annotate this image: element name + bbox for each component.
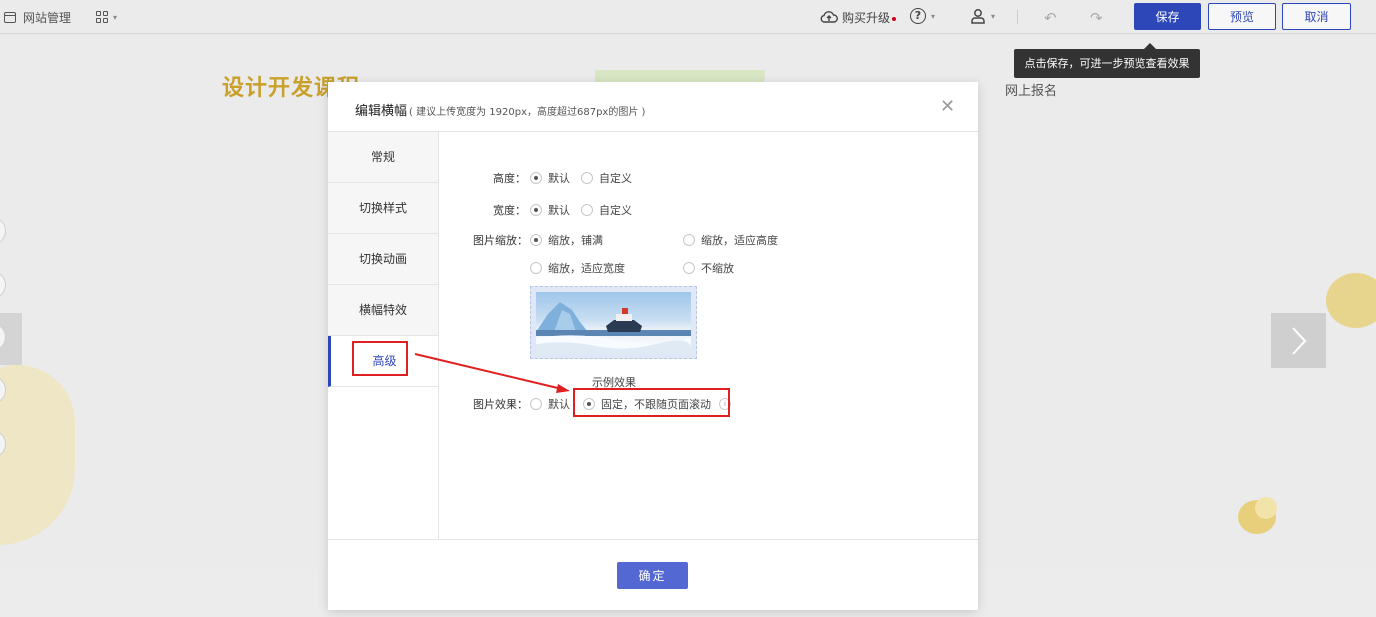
upgrade-label: 购买升级 <box>842 9 897 26</box>
notification-dot <box>892 16 897 21</box>
tab-banner-effect[interactable]: 横幅特效 <box>328 285 438 336</box>
chevron-right-icon <box>1291 326 1306 355</box>
save-button[interactable]: 保存 <box>1134 3 1201 30</box>
help-menu[interactable]: ? ▾ <box>910 8 935 24</box>
height-custom-radio[interactable]: 自定义 <box>581 170 632 186</box>
dialog-footer: 确定 <box>328 539 978 610</box>
preview-image <box>536 292 691 354</box>
decoration-shape <box>0 365 75 545</box>
dialog-nav: 常规 切换样式 切换动画 横幅特效 高级 <box>328 132 439 539</box>
apps-menu[interactable]: ▾ <box>96 11 117 23</box>
scale-none-radio[interactable]: 不缩放 <box>683 260 734 276</box>
annotation-box <box>352 341 408 376</box>
site-manage-menu[interactable]: 网站管理 <box>4 0 71 34</box>
tab-switch-animation[interactable]: 切换动画 <box>328 234 438 285</box>
chevron-down-icon: ▾ <box>931 11 936 21</box>
scale-fit-width-radio[interactable]: 缩放，适应宽度 <box>530 260 625 276</box>
user-icon <box>971 9 985 24</box>
help-icon: ? <box>910 8 926 24</box>
effect-label: 图片效果： <box>473 398 528 411</box>
effect-default-radio[interactable]: 默认 <box>530 396 570 412</box>
chevron-down-icon: ▾ <box>113 12 118 22</box>
save-tooltip: 点击保存，可进一步预览查看效果 <box>1014 43 1200 78</box>
dialog-header: 编辑横幅( 建议上传宽度为 1920px，高度超过687px的图片 ) ✕ <box>328 82 978 132</box>
toolbar-divider <box>1017 10 1018 24</box>
dialog-hint: ( 建议上传宽度为 1920px，高度超过687px的图片 ) <box>409 107 646 118</box>
user-menu[interactable]: ▾ <box>970 8 995 24</box>
cloud-upload-icon <box>820 11 838 23</box>
width-label: 宽度： <box>493 204 526 217</box>
preview-image-frame <box>530 286 697 359</box>
site-manage-label: 网站管理 <box>23 10 72 25</box>
decoration-shape <box>1326 273 1376 328</box>
height-label: 高度： <box>493 172 526 185</box>
undo-icon[interactable]: ↶ <box>1044 9 1057 27</box>
upgrade-button[interactable]: 购买升级 <box>820 0 897 34</box>
preview-button[interactable]: 预览 <box>1208 3 1276 30</box>
width-default-radio[interactable]: 默认 <box>530 202 570 218</box>
scale-fit-height-radio[interactable]: 缩放，适应高度 <box>683 232 778 248</box>
grid-icon <box>96 11 108 23</box>
confirm-button[interactable]: 确定 <box>617 562 688 589</box>
chevron-down-icon: ▾ <box>991 11 996 21</box>
dialog-body: 高度： 默认 自定义 宽度： 默认 自定义 图片缩放： 缩放，铺满 缩放，适应高… <box>439 132 978 539</box>
tab-switch-style[interactable]: 切换样式 <box>328 183 438 234</box>
annotation-box <box>573 388 730 417</box>
site-icon <box>4 11 16 23</box>
close-icon[interactable]: ✕ <box>940 98 955 116</box>
register-link[interactable]: 网上报名 <box>1005 80 1057 99</box>
side-tool-button[interactable] <box>0 271 6 299</box>
edit-banner-dialog: 编辑横幅( 建议上传宽度为 1920px，高度超过687px的图片 ) ✕ 常规… <box>328 82 978 610</box>
scale-label: 图片缩放： <box>473 234 528 247</box>
width-custom-radio[interactable]: 自定义 <box>581 202 632 218</box>
cancel-button[interactable]: 取消 <box>1282 3 1351 30</box>
tab-general[interactable]: 常规 <box>328 132 438 183</box>
side-tool-button[interactable] <box>0 217 6 245</box>
redo-icon[interactable]: ↷ <box>1090 9 1103 27</box>
height-default-radio[interactable]: 默认 <box>530 170 570 186</box>
scale-fill-radio[interactable]: 缩放，铺满 <box>530 232 603 248</box>
carousel-next-button[interactable] <box>1271 313 1326 368</box>
decoration-shape <box>1255 497 1277 519</box>
dialog-title: 编辑横幅( 建议上传宽度为 1920px，高度超过687px的图片 ) <box>355 104 646 119</box>
top-toolbar: 网站管理 ▾ 购买升级 ? ▾ ▾ ↶ ↷ 保存 预览 取消 <box>0 0 1376 34</box>
